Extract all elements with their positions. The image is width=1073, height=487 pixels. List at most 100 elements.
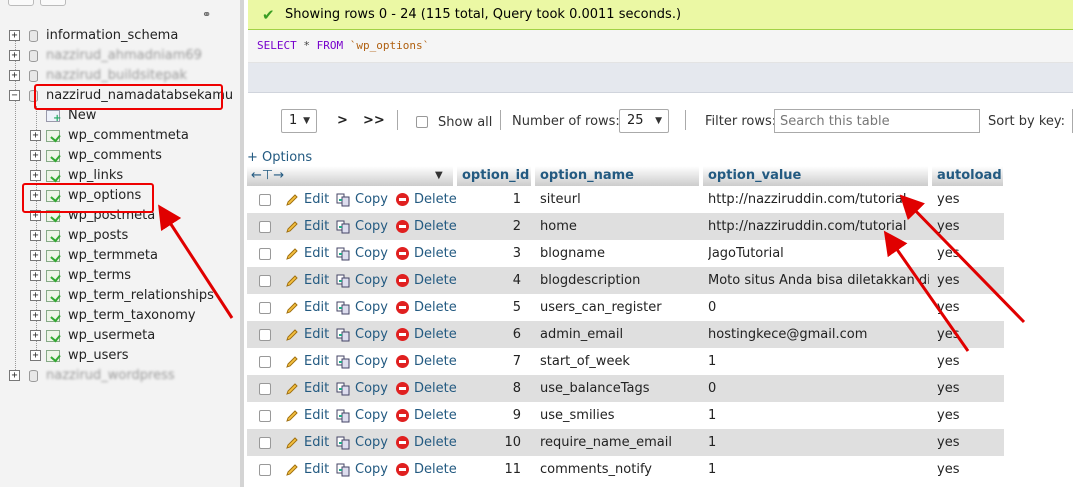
cell-option-value[interactable]: 1 bbox=[708, 402, 929, 429]
cell-option-value[interactable]: hostingkece@gmail.com bbox=[708, 321, 929, 348]
cell-option-name[interactable]: blogname bbox=[540, 240, 700, 267]
database-label[interactable]: nazzirud_wordpress bbox=[46, 366, 175, 386]
row-select-checkbox[interactable] bbox=[259, 464, 271, 476]
cell-option-name[interactable]: blogdescription bbox=[540, 267, 700, 294]
cell-option-id[interactable]: 6 bbox=[457, 321, 521, 348]
cell-option-id[interactable]: 1 bbox=[457, 186, 521, 213]
link-with-main-panel-icon[interactable]: ⚭ bbox=[202, 8, 211, 21]
cell-option-id[interactable]: 4 bbox=[457, 267, 521, 294]
filter-rows-input[interactable] bbox=[774, 109, 980, 133]
expand-icon[interactable]: + bbox=[30, 130, 41, 141]
expand-icon[interactable]: + bbox=[30, 270, 41, 281]
database-label[interactable]: nazzirud_buildsitepak bbox=[46, 66, 187, 86]
cell-option-id[interactable]: 3 bbox=[457, 240, 521, 267]
collapse-icon[interactable]: − bbox=[9, 90, 20, 101]
expand-icon[interactable]: + bbox=[9, 50, 20, 61]
table-label[interactable]: wp_posts bbox=[68, 226, 128, 246]
cell-option-id[interactable]: 7 bbox=[457, 348, 521, 375]
expand-icon[interactable]: + bbox=[30, 350, 41, 361]
cell-option-name[interactable]: use_smilies bbox=[540, 402, 700, 429]
table-label[interactable]: wp_comments bbox=[68, 146, 162, 166]
cell-option-name[interactable]: users_can_register bbox=[540, 294, 700, 321]
row-select-checkbox[interactable] bbox=[259, 275, 271, 287]
cell-option-id[interactable]: 10 bbox=[457, 429, 521, 456]
expand-icon[interactable]: + bbox=[30, 230, 41, 241]
column-header-autoload[interactable]: autoload bbox=[932, 166, 1004, 186]
cell-autoload[interactable]: yes bbox=[937, 294, 997, 321]
cell-option-value[interactable]: http://nazziruddin.com/tutorial bbox=[708, 186, 929, 213]
row-select-checkbox[interactable] bbox=[259, 221, 271, 233]
database-label[interactable]: information_schema bbox=[46, 26, 178, 46]
cell-autoload[interactable]: yes bbox=[937, 402, 997, 429]
expand-icon[interactable]: + bbox=[30, 150, 41, 161]
cell-option-value[interactable]: 0 bbox=[708, 375, 929, 402]
home-button[interactable] bbox=[40, 0, 66, 6]
cell-autoload[interactable]: yes bbox=[937, 456, 997, 483]
cell-option-name[interactable]: siteurl bbox=[540, 186, 700, 213]
table-label[interactable]: wp_users bbox=[68, 346, 129, 366]
row-select-checkbox[interactable] bbox=[259, 194, 271, 206]
rows-count-select[interactable]: 25 ▼ bbox=[619, 109, 669, 133]
page-select[interactable]: 1 ▼ bbox=[281, 109, 317, 133]
cell-option-name[interactable]: home bbox=[540, 213, 700, 240]
expand-icon[interactable]: + bbox=[30, 330, 41, 341]
expand-icon[interactable]: + bbox=[30, 290, 41, 301]
cell-autoload[interactable]: yes bbox=[937, 375, 997, 402]
expand-icon[interactable]: + bbox=[9, 370, 20, 381]
database-item[interactable]: + nazzirud_ahmadniam69 bbox=[0, 46, 240, 66]
cell-option-name[interactable]: admin_email bbox=[540, 321, 700, 348]
row-select-checkbox[interactable] bbox=[259, 410, 271, 422]
database-label[interactable]: nazzirud_ahmadniam69 bbox=[46, 46, 202, 66]
database-item[interactable]: + nazzirud_wordpress bbox=[0, 366, 240, 386]
cell-option-name[interactable]: start_of_week bbox=[540, 348, 700, 375]
cell-autoload[interactable]: yes bbox=[937, 240, 997, 267]
cell-option-name[interactable]: use_balanceTags bbox=[540, 375, 700, 402]
expand-icon[interactable]: + bbox=[30, 170, 41, 181]
expand-icon[interactable]: + bbox=[30, 310, 41, 321]
options-link[interactable]: + Options bbox=[247, 150, 312, 165]
cell-autoload[interactable]: yes bbox=[937, 321, 997, 348]
cell-option-id[interactable]: 2 bbox=[457, 213, 521, 240]
row-select-checkbox[interactable] bbox=[259, 329, 271, 341]
cell-option-value[interactable]: 1 bbox=[708, 348, 929, 375]
row-select-checkbox[interactable] bbox=[259, 356, 271, 368]
row-select-checkbox[interactable] bbox=[259, 248, 271, 260]
cell-option-name[interactable]: comments_notify bbox=[540, 456, 700, 483]
show-all-checkbox[interactable] bbox=[416, 116, 428, 128]
cell-autoload[interactable]: yes bbox=[937, 348, 997, 375]
column-header-option-value[interactable]: option_value bbox=[703, 166, 929, 186]
cell-option-id[interactable]: 9 bbox=[457, 402, 521, 429]
database-item[interactable]: + nazzirud_buildsitepak bbox=[0, 66, 240, 86]
next-page-button[interactable]: > bbox=[337, 108, 348, 134]
table-label[interactable]: wp_termmeta bbox=[68, 246, 158, 266]
row-select-checkbox[interactable] bbox=[259, 383, 271, 395]
row-select-checkbox[interactable] bbox=[259, 302, 271, 314]
table-label[interactable]: wp_terms bbox=[68, 266, 131, 286]
cell-option-value[interactable]: 1 bbox=[708, 456, 929, 483]
expand-icon[interactable]: + bbox=[30, 250, 41, 261]
expand-icon[interactable]: + bbox=[9, 70, 20, 81]
expand-icon[interactable]: + bbox=[9, 30, 20, 41]
cell-autoload[interactable]: yes bbox=[937, 213, 997, 240]
sort-options-chevron-icon[interactable]: ▼ bbox=[435, 166, 443, 186]
cell-option-value[interactable]: Moto situs Anda bisa diletakkan di sini bbox=[708, 267, 929, 294]
cell-option-value[interactable]: 0 bbox=[708, 294, 929, 321]
table-label[interactable]: wp_term_relationships bbox=[68, 286, 214, 306]
cell-autoload[interactable]: yes bbox=[937, 186, 997, 213]
cell-option-id[interactable]: 8 bbox=[457, 375, 521, 402]
cell-option-id[interactable]: 5 bbox=[457, 294, 521, 321]
last-page-button[interactable]: >> bbox=[363, 108, 385, 134]
column-header-option-id[interactable]: option_id bbox=[457, 166, 532, 186]
cell-autoload[interactable]: yes bbox=[937, 429, 997, 456]
table-label[interactable]: wp_commentmeta bbox=[68, 126, 189, 146]
cell-option-value[interactable]: http://nazziruddin.com/tutorial bbox=[708, 213, 929, 240]
collapse-all-button[interactable] bbox=[8, 0, 34, 6]
cell-option-value[interactable]: 1 bbox=[708, 429, 929, 456]
column-header-option-name[interactable]: option_name bbox=[535, 166, 700, 186]
column-resize-arrows-icon[interactable]: ←⊤→ bbox=[247, 168, 284, 183]
cell-autoload[interactable]: yes bbox=[937, 267, 997, 294]
cell-option-name[interactable]: require_name_email bbox=[540, 429, 700, 456]
table-label[interactable]: wp_term_taxonomy bbox=[68, 306, 196, 326]
table-label[interactable]: wp_usermeta bbox=[68, 326, 155, 346]
row-select-checkbox[interactable] bbox=[259, 437, 271, 449]
